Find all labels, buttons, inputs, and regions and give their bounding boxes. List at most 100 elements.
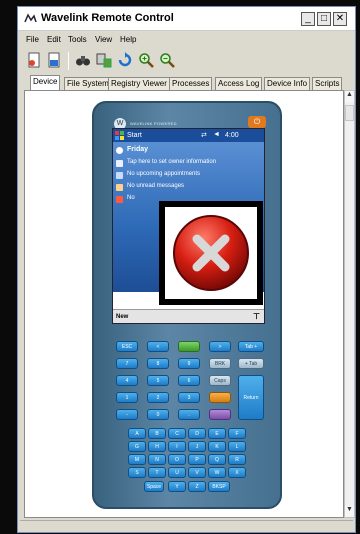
key-r[interactable]: R bbox=[228, 454, 246, 465]
key-z[interactable]: Z bbox=[188, 481, 206, 492]
key-esc[interactable]: ESC bbox=[116, 341, 138, 352]
key-bksp[interactable]: BKSP bbox=[208, 481, 230, 492]
key-3[interactable]: 3 bbox=[178, 392, 200, 403]
speaker-icon: ◄ bbox=[213, 131, 220, 138]
menu-tools[interactable]: Tools bbox=[68, 35, 87, 44]
tasks-row[interactable]: No bbox=[116, 195, 135, 203]
key-dash[interactable]: - bbox=[116, 409, 138, 420]
title-bar[interactable]: Wavelink Remote Control _ □ ✕ bbox=[18, 7, 355, 31]
key-d[interactable]: D bbox=[188, 428, 206, 439]
key-left[interactable]: < bbox=[147, 341, 169, 352]
key-orange[interactable] bbox=[209, 392, 231, 403]
device-panel: W WAVELINK POWERED ⏻ Start ⇄ ◄ 4:00 Frid… bbox=[24, 90, 344, 518]
key-g[interactable]: G bbox=[128, 441, 146, 452]
key-space[interactable]: Space bbox=[144, 481, 164, 492]
messages-text: No unread messages bbox=[127, 183, 185, 189]
tab-access-log[interactable]: Access Log bbox=[215, 77, 263, 90]
owner-info-text: Tap here to set owner information bbox=[127, 159, 217, 165]
menu-edit[interactable]: Edit bbox=[47, 35, 61, 44]
tasks-icon bbox=[116, 196, 123, 203]
export-doc-icon[interactable] bbox=[46, 52, 62, 68]
key-purple[interactable] bbox=[209, 409, 231, 420]
key-e[interactable]: E bbox=[208, 428, 226, 439]
key-v[interactable]: V bbox=[188, 467, 206, 478]
today-date-row[interactable]: Friday bbox=[116, 146, 148, 154]
key-a[interactable]: A bbox=[128, 428, 146, 439]
key-b[interactable]: B bbox=[148, 428, 166, 439]
vertical-scrollbar[interactable]: ▲ ▼ bbox=[344, 90, 355, 518]
scroll-up-arrow[interactable]: ▲ bbox=[345, 91, 354, 102]
device-connect-icon[interactable] bbox=[96, 52, 112, 68]
scroll-thumb[interactable] bbox=[345, 105, 354, 121]
menu-help[interactable]: Help bbox=[120, 35, 136, 44]
key-right[interactable]: > bbox=[209, 341, 231, 352]
key-brk[interactable]: BRK bbox=[209, 358, 231, 369]
appointments-row[interactable]: No upcoming appointments bbox=[116, 171, 201, 179]
new-doc-icon[interactable] bbox=[26, 52, 42, 68]
key-plus-tab[interactable]: + Tab bbox=[238, 358, 264, 369]
start-label: Start bbox=[127, 132, 142, 139]
clock-icon bbox=[116, 147, 123, 154]
key-7[interactable]: 7 bbox=[116, 358, 138, 369]
key-p[interactable]: P bbox=[188, 454, 206, 465]
maximize-button[interactable]: □ bbox=[317, 12, 331, 26]
binoculars-icon[interactable] bbox=[75, 52, 91, 68]
tab-file-system[interactable]: File System bbox=[64, 77, 112, 90]
key-w[interactable]: W bbox=[208, 467, 226, 478]
key-y[interactable]: Y bbox=[168, 481, 186, 492]
key-n[interactable]: N bbox=[148, 454, 166, 465]
owner-card-icon bbox=[116, 160, 123, 167]
minimize-button[interactable]: _ bbox=[301, 12, 315, 26]
key-x[interactable]: X bbox=[228, 467, 246, 478]
tab-device[interactable]: Device bbox=[30, 75, 61, 90]
zoom-in-icon[interactable] bbox=[138, 52, 154, 68]
tab-device-info[interactable]: Device Info bbox=[264, 77, 311, 90]
key-h[interactable]: H bbox=[148, 441, 166, 452]
status-bar bbox=[20, 520, 353, 531]
app-window: Wavelink Remote Control _ □ ✕ File Edit … bbox=[17, 6, 356, 533]
key-l[interactable]: L bbox=[228, 441, 246, 452]
key-6[interactable]: 6 bbox=[178, 375, 200, 386]
key-k[interactable]: K bbox=[208, 441, 226, 452]
windows-flag-icon bbox=[115, 131, 124, 140]
tab-registry-viewer[interactable]: Registry Viewer bbox=[108, 77, 170, 90]
key-t[interactable]: T bbox=[148, 467, 166, 478]
input-panel-icon[interactable]: ⊤ bbox=[253, 312, 260, 321]
key-8[interactable]: 8 bbox=[147, 358, 169, 369]
key-return[interactable]: Return bbox=[238, 375, 264, 420]
menu-file[interactable]: File bbox=[26, 35, 39, 44]
key-s[interactable]: S bbox=[128, 467, 146, 478]
menu-view[interactable]: View bbox=[95, 35, 112, 44]
device-brand: WAVELINK POWERED bbox=[130, 121, 177, 126]
appointments-text: No upcoming appointments bbox=[127, 171, 201, 177]
key-f[interactable]: F bbox=[228, 428, 246, 439]
scroll-down-arrow[interactable]: ▼ bbox=[345, 506, 354, 517]
key-4[interactable]: 4 bbox=[116, 375, 138, 386]
key-o[interactable]: O bbox=[168, 454, 186, 465]
close-button[interactable]: ✕ bbox=[333, 12, 347, 26]
start-bar[interactable]: Start ⇄ ◄ 4:00 bbox=[113, 129, 264, 142]
key-c[interactable]: C bbox=[168, 428, 186, 439]
key-0[interactable]: 0 bbox=[147, 409, 169, 420]
zoom-out-icon[interactable] bbox=[159, 52, 175, 68]
power-button[interactable]: ⏻ bbox=[248, 116, 266, 128]
key-q[interactable]: Q bbox=[208, 454, 226, 465]
tab-processes[interactable]: Processes bbox=[169, 77, 213, 90]
key-u[interactable]: U bbox=[168, 467, 186, 478]
key-dot[interactable]: . bbox=[178, 409, 200, 420]
messages-row[interactable]: No unread messages bbox=[116, 183, 185, 191]
key-m[interactable]: M bbox=[128, 454, 146, 465]
new-softkey[interactable]: New bbox=[116, 314, 128, 320]
tab-scripts[interactable]: Scripts bbox=[312, 77, 343, 90]
owner-info-row[interactable]: Tap here to set owner information bbox=[116, 159, 217, 167]
key-1[interactable]: 1 bbox=[116, 392, 138, 403]
refresh-icon[interactable] bbox=[117, 52, 133, 68]
key-2[interactable]: 2 bbox=[147, 392, 169, 403]
key-tab-plus[interactable]: Tab + bbox=[238, 341, 264, 352]
key-9[interactable]: 9 bbox=[178, 358, 200, 369]
key-5[interactable]: 5 bbox=[147, 375, 169, 386]
key-green[interactable] bbox=[178, 341, 200, 352]
key-caps[interactable]: Caps bbox=[209, 375, 231, 386]
key-j[interactable]: J bbox=[188, 441, 206, 452]
key-i[interactable]: I bbox=[168, 441, 186, 452]
